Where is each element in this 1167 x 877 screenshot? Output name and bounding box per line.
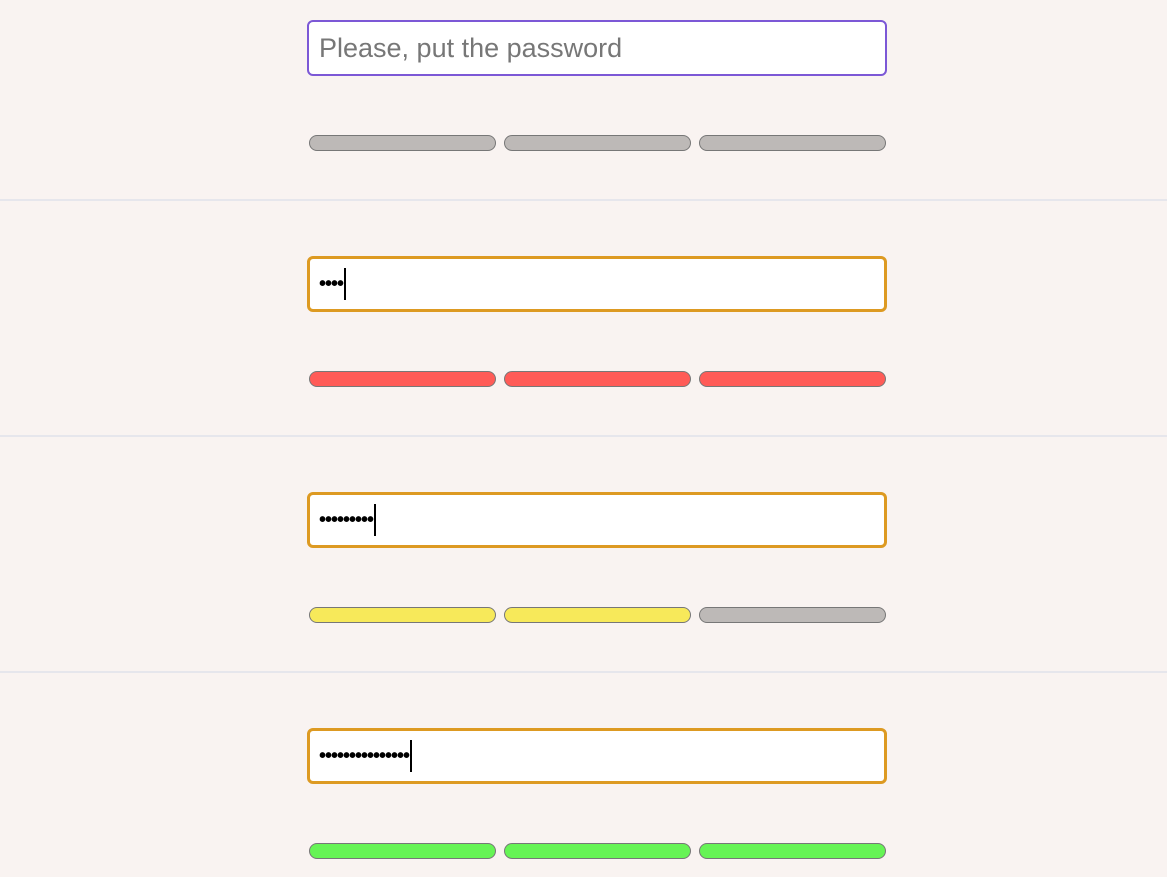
strength-segment: [309, 371, 496, 387]
strength-segment: [699, 371, 886, 387]
strength-meter: [309, 843, 886, 859]
masked-password: ••••: [319, 272, 344, 295]
strength-segment: [504, 135, 691, 151]
masked-password: •••••••••: [319, 508, 374, 531]
text-caret: [374, 504, 377, 536]
text-caret: [344, 268, 347, 300]
strength-meter: [309, 371, 886, 387]
masked-password: •••••••••••••••: [319, 744, 410, 767]
strength-meter: [309, 135, 886, 151]
password-input[interactable]: Please, put the password: [307, 20, 887, 76]
strength-segment: [504, 843, 691, 859]
password-input[interactable]: •••••••••: [307, 492, 887, 548]
text-caret: [410, 740, 413, 772]
strength-segment: [309, 135, 496, 151]
strength-segment: [309, 607, 496, 623]
strength-segment: [504, 371, 691, 387]
strength-segment: [699, 843, 886, 859]
strength-segment: [699, 607, 886, 623]
password-placeholder: Please, put the password: [319, 32, 623, 63]
strength-segment: [699, 135, 886, 151]
strength-segment: [309, 843, 496, 859]
divider: [0, 435, 1167, 437]
password-input[interactable]: •••••••••••••••: [307, 728, 887, 784]
password-input[interactable]: ••••: [307, 256, 887, 312]
divider: [0, 671, 1167, 673]
divider: [0, 199, 1167, 201]
strength-meter: [309, 607, 886, 623]
strength-segment: [504, 607, 691, 623]
